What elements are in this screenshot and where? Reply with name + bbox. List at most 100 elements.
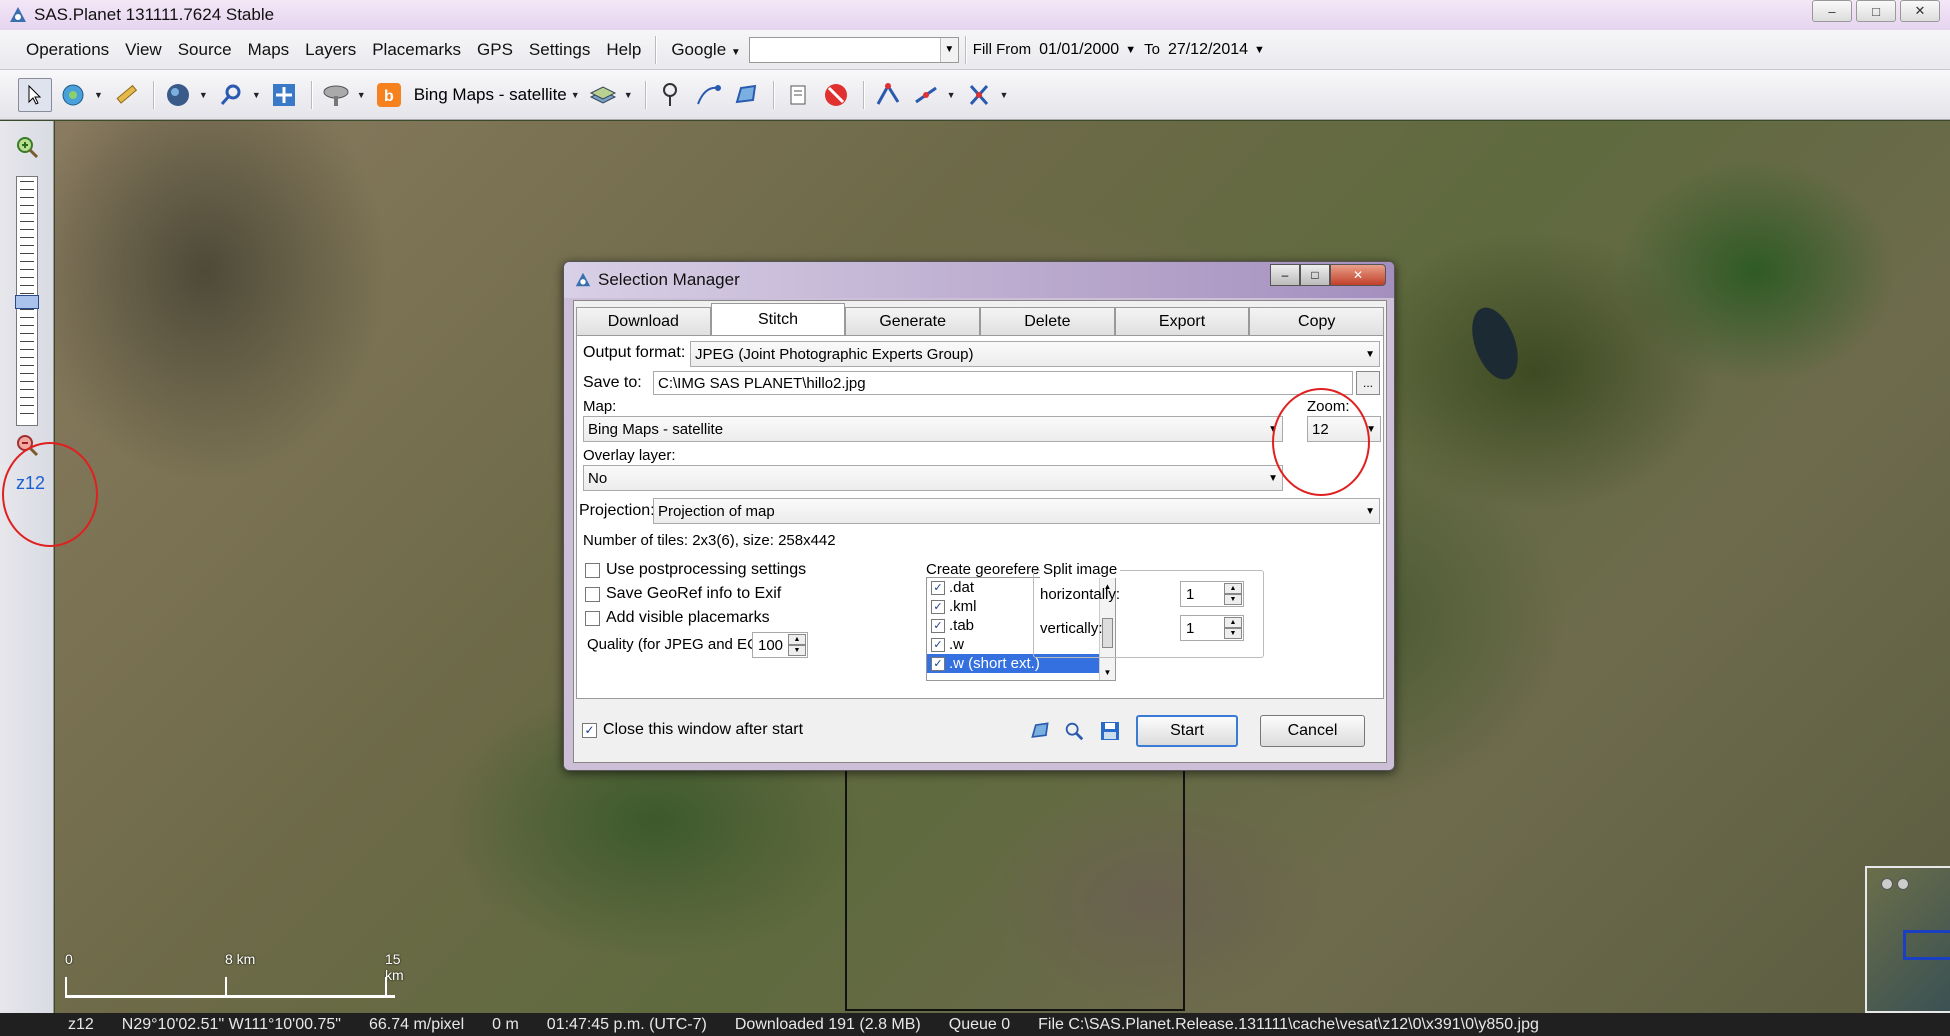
checkbox-box[interactable]	[585, 610, 600, 626]
checkbox-box[interactable]: ✓	[931, 618, 945, 633]
chevron-down-icon[interactable]: ▼	[1000, 90, 1009, 100]
menu-view[interactable]: View	[117, 40, 170, 60]
cursor-icon[interactable]	[18, 77, 52, 112]
spin-up-icon[interactable]: ▲	[788, 634, 806, 645]
checkbox-box[interactable]: ✓	[931, 637, 945, 652]
menu-operations[interactable]: Operations	[18, 40, 117, 60]
checkbox-box[interactable]	[585, 562, 600, 578]
tab-delete[interactable]: Delete	[980, 307, 1115, 335]
overlay-layer-select[interactable]: No ▼	[583, 465, 1283, 491]
chevron-down-icon[interactable]: ▼	[624, 90, 633, 100]
spin-down-icon[interactable]: ▼	[1224, 594, 1242, 605]
tab-download[interactable]: Download	[576, 307, 711, 335]
ruler-icon[interactable]	[109, 78, 143, 112]
menu-settings[interactable]: Settings	[521, 40, 598, 60]
map-select[interactable]: Bing Maps - satellite ▼	[583, 416, 1283, 442]
split-horizontal-spinner[interactable]: 1 ▲ ▼	[1180, 581, 1244, 607]
projection-select[interactable]: Projection of map ▼	[653, 498, 1380, 524]
save-icon[interactable]	[1098, 719, 1122, 743]
zoom-slider[interactable]	[15, 176, 39, 426]
chevron-down-icon[interactable]: ▼	[947, 90, 956, 100]
add-placemarks-checkbox[interactable]: Add visible placemarks	[585, 609, 770, 627]
placemark-icon[interactable]	[653, 78, 687, 112]
checkbox-box[interactable]: ✓	[931, 656, 945, 671]
placemark-list-icon[interactable]	[781, 78, 815, 112]
start-button[interactable]: Start	[1136, 715, 1238, 747]
zoom-in-icon[interactable]	[15, 135, 39, 159]
use-postprocessing-checkbox[interactable]: Use postprocessing settings	[585, 561, 806, 579]
checkbox-box[interactable]: ✓	[931, 580, 945, 595]
polygon-edit-icon[interactable]	[1028, 719, 1052, 743]
stop-icon[interactable]	[819, 78, 853, 112]
checkbox-box[interactable]	[585, 586, 600, 602]
polygon-icon[interactable]	[729, 78, 763, 112]
minimap-viewport[interactable]	[1903, 930, 1950, 960]
chevron-down-icon[interactable]: ▼	[199, 90, 208, 100]
minimize-button[interactable]: –	[1812, 0, 1852, 22]
close-after-start-checkbox[interactable]: ✓ Close this window after start	[582, 721, 803, 739]
magnifier-icon[interactable]	[214, 78, 248, 112]
tab-export[interactable]: Export	[1114, 307, 1250, 335]
checkbox-box[interactable]: ✓	[931, 599, 945, 614]
spin-down-icon[interactable]: ▼	[1224, 628, 1242, 639]
search-provider-dropdown[interactable]: Google ▼	[663, 40, 748, 60]
menu-source[interactable]: Source	[170, 40, 240, 60]
svg-text:b: b	[384, 88, 394, 105]
chevron-down-icon[interactable]: ▼	[357, 90, 366, 100]
path-icon[interactable]	[691, 78, 725, 112]
select-rect-icon[interactable]	[962, 78, 996, 112]
save-to-input[interactable]: C:\IMG SAS PLANET\hillo2.jpg	[653, 371, 1353, 395]
bing-icon[interactable]: b	[372, 78, 406, 112]
menu-layers[interactable]: Layers	[297, 40, 364, 60]
tab-copy[interactable]: Copy	[1249, 307, 1385, 335]
zoom-to-selection-icon[interactable]	[1062, 719, 1086, 743]
cancel-button[interactable]: Cancel	[1260, 715, 1365, 747]
search-input[interactable]: ▼	[748, 36, 959, 63]
chevron-down-icon[interactable]: ▼	[571, 90, 580, 100]
browse-button[interactable]: ...	[1356, 371, 1380, 395]
close-window-button[interactable]: ✕	[1900, 0, 1940, 22]
spin-up-icon[interactable]: ▲	[1224, 583, 1242, 594]
earth-icon[interactable]	[161, 78, 195, 112]
save-georef-exif-checkbox[interactable]: Save GeoRef info to Exif	[585, 585, 781, 603]
globe-settings-icon[interactable]	[56, 78, 90, 112]
tab-stitch[interactable]: Stitch	[710, 303, 846, 335]
menu-help[interactable]: Help	[598, 40, 649, 60]
menu-placemarks[interactable]: Placemarks	[364, 40, 469, 60]
satellite-dish-icon[interactable]	[319, 78, 353, 112]
dialog-close-button[interactable]: ✕	[1330, 264, 1386, 286]
chevron-down-icon[interactable]: ▼	[94, 90, 103, 100]
tab-generate[interactable]: Generate	[845, 307, 981, 335]
minimap-zoom-in-icon[interactable]	[1881, 878, 1893, 890]
menu-maps[interactable]: Maps	[240, 40, 298, 60]
dialog-minimize-button[interactable]: –	[1270, 264, 1300, 286]
chevron-down-icon[interactable]: ▼	[1254, 44, 1265, 56]
split-vertical-spinner[interactable]: 1 ▲ ▼	[1180, 615, 1244, 641]
select-line-icon[interactable]	[909, 78, 943, 112]
minimap-zoom-out-icon[interactable]	[1897, 878, 1909, 890]
georef-list-item-label: .w	[949, 636, 964, 653]
fill-from-date-picker[interactable]: 01/01/2000 ▼	[1033, 37, 1144, 63]
output-format-select[interactable]: JPEG (Joint Photographic Experts Group) ▼	[690, 341, 1380, 367]
zoom-slider-thumb[interactable]	[15, 295, 39, 309]
chevron-down-icon[interactable]: ▼	[939, 37, 958, 62]
chevron-down-icon[interactable]: ▼	[1125, 44, 1136, 56]
to-date-picker[interactable]: 27/12/2014 ▼	[1162, 37, 1273, 63]
fullscreen-icon[interactable]	[267, 78, 301, 112]
dialog-maximize-button[interactable]: □	[1300, 264, 1330, 286]
mini-map[interactable]	[1865, 866, 1950, 1013]
select-polygon-icon[interactable]	[871, 78, 905, 112]
spin-up-icon[interactable]: ▲	[1224, 617, 1242, 628]
map-source-label[interactable]: Bing Maps - satellite	[414, 85, 567, 105]
restore-button[interactable]: □	[1856, 0, 1896, 22]
checkbox-box[interactable]: ✓	[582, 722, 597, 738]
menu-gps[interactable]: GPS	[469, 40, 521, 60]
scroll-down-icon[interactable]: ▼	[1100, 664, 1115, 680]
spin-down-icon[interactable]: ▼	[788, 645, 806, 656]
layers-icon[interactable]	[586, 78, 620, 112]
overlay-layer-value: No	[588, 469, 608, 487]
quality-spinner[interactable]: 100 ▲ ▼	[752, 632, 808, 658]
chevron-down-icon[interactable]: ▼	[252, 90, 261, 100]
dialog-title-bar[interactable]: Selection Manager – □ ✕	[564, 262, 1394, 298]
toolbar-separator	[862, 80, 865, 109]
